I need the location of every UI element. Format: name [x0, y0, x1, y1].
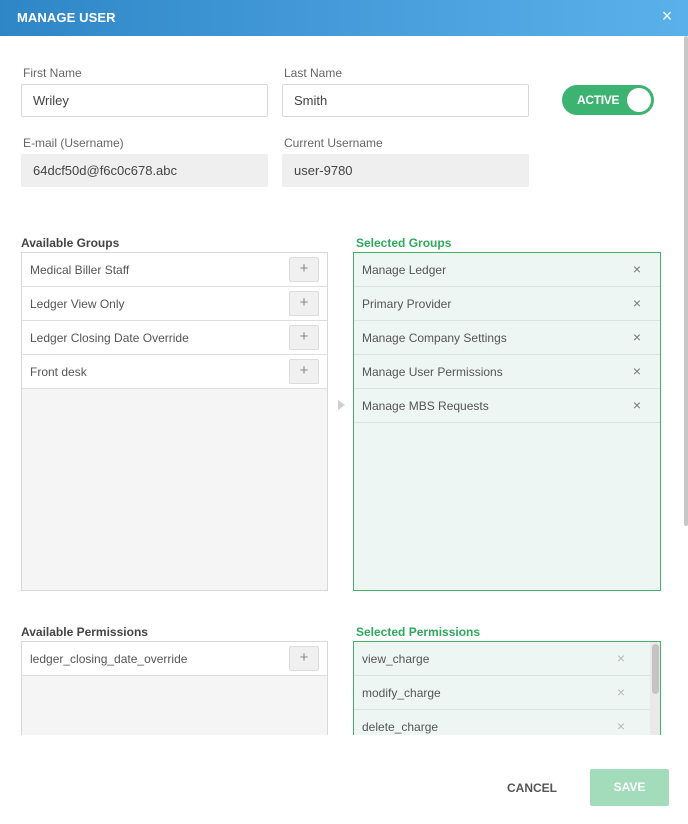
transfer-arrow-icon [338, 400, 345, 410]
selected-permissions-title: Selected Permissions [356, 625, 481, 639]
current-username-label: Current Username [284, 136, 383, 150]
list-item-label: modify_charge [362, 686, 441, 700]
available-groups-list: Medical Biller Staff + Ledger View Only … [21, 252, 328, 591]
list-item-label: Manage Company Settings [362, 331, 507, 345]
list-item-label: delete_charge [362, 720, 439, 734]
list-item: Ledger Closing Date Override + [22, 321, 327, 355]
remove-icon[interactable]: × [614, 685, 628, 699]
add-icon[interactable]: + [289, 359, 319, 384]
last-name-label: Last Name [284, 66, 343, 80]
list-item: Medical Biller Staff + [22, 253, 327, 287]
active-toggle-label: ACTIVE [577, 93, 620, 107]
list-item-label: Front desk [30, 365, 87, 379]
list-item-label: view_charge [362, 652, 430, 666]
add-icon[interactable]: + [289, 325, 319, 350]
list-item: Manage Ledger × [354, 253, 660, 287]
permissions-scrollbar[interactable] [650, 642, 660, 735]
list-item: Front desk + [22, 355, 327, 389]
add-icon[interactable]: + [289, 646, 319, 671]
remove-icon[interactable]: × [630, 364, 644, 378]
remove-icon[interactable]: × [630, 262, 644, 276]
list-item: view_charge × [354, 642, 650, 676]
remove-icon[interactable]: × [614, 651, 628, 665]
first-name-input[interactable]: Wriley [21, 84, 268, 117]
remove-icon[interactable]: × [630, 296, 644, 310]
list-item: delete_charge × [354, 710, 650, 735]
email-field: 64dcf50d@f6c0c678.abc [21, 154, 268, 187]
selected-permissions-rows: view_charge × modify_charge × delete_cha… [354, 642, 650, 735]
available-permissions-title: Available Permissions [21, 625, 148, 639]
last-name-input[interactable]: Smith [282, 84, 529, 117]
dialog-title: MANAGE USER [17, 10, 116, 25]
close-icon[interactable]: × [658, 7, 676, 25]
list-item: Manage Company Settings × [354, 321, 660, 355]
list-item: modify_charge × [354, 676, 650, 710]
list-item: Ledger View Only + [22, 287, 327, 321]
list-item: Manage MBS Requests × [354, 389, 660, 423]
save-button[interactable]: SAVE [590, 769, 669, 806]
cancel-button[interactable]: CANCEL [497, 770, 567, 807]
list-item-label: Manage User Permissions [362, 365, 503, 379]
available-permissions-list: ledger_closing_date_override + [21, 641, 328, 735]
list-item-label: Manage Ledger [362, 263, 447, 277]
first-name-label: First Name [23, 66, 82, 80]
add-icon[interactable]: + [289, 257, 319, 282]
list-item: Primary Provider × [354, 287, 660, 321]
permissions-scroll-thumb[interactable] [652, 644, 659, 694]
add-icon[interactable]: + [289, 291, 319, 316]
list-item-label: Manage MBS Requests [362, 399, 489, 413]
email-label: E-mail (Username) [23, 136, 124, 150]
available-groups-title: Available Groups [21, 236, 120, 250]
list-item: ledger_closing_date_override + [22, 642, 327, 676]
remove-icon[interactable]: × [630, 330, 644, 344]
list-item: Manage User Permissions × [354, 355, 660, 389]
selected-groups-title: Selected Groups [356, 236, 452, 250]
active-toggle[interactable]: ACTIVE [562, 85, 654, 115]
selected-groups-list: Manage Ledger × Primary Provider × Manag… [353, 252, 661, 591]
list-item-label: Ledger View Only [30, 297, 125, 311]
list-item-label: ledger_closing_date_override [30, 652, 188, 666]
list-item-label: Ledger Closing Date Override [30, 331, 189, 345]
toggle-knob [627, 88, 651, 112]
dialog-header: MANAGE USER × [0, 0, 688, 36]
dialog-scrollbar[interactable] [684, 36, 688, 526]
list-item-label: Medical Biller Staff [30, 263, 130, 277]
list-item-label: Primary Provider [362, 297, 452, 311]
selected-permissions-list: view_charge × modify_charge × delete_cha… [353, 641, 661, 735]
remove-icon[interactable]: × [614, 719, 628, 733]
remove-icon[interactable]: × [630, 398, 644, 412]
current-username-field: user-9780 [282, 154, 529, 187]
